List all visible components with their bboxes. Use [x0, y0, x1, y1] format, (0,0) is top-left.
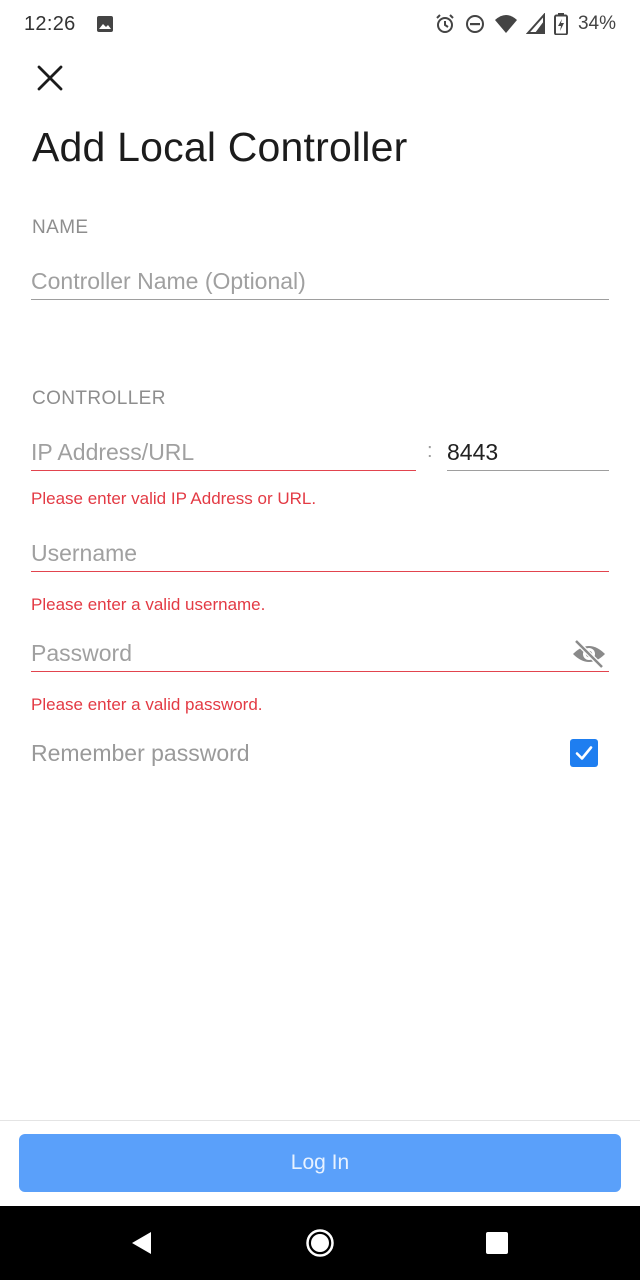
controller-section-label: CONTROLLER	[32, 388, 166, 409]
navigation-bar	[0, 1206, 640, 1280]
ip-address-field-container	[31, 439, 416, 471]
username-error: Please enter a valid username.	[31, 595, 266, 614]
remember-password-checkbox[interactable]	[570, 739, 598, 767]
username-input[interactable]	[31, 540, 609, 571]
checkmark-icon	[575, 746, 593, 760]
status-time: 12:26	[24, 12, 76, 35]
close-button[interactable]	[30, 58, 70, 98]
alarm-icon	[436, 14, 454, 33]
close-icon	[37, 65, 63, 91]
recents-icon	[486, 1232, 508, 1254]
controller-name-field-container	[31, 268, 609, 300]
login-button[interactable]: Log In	[19, 1134, 621, 1192]
remember-password-label: Remember password	[31, 740, 250, 766]
ip-address-input[interactable]	[31, 439, 416, 470]
password-error: Please enter a valid password.	[31, 695, 263, 714]
image-icon	[96, 16, 113, 32]
port-field-container	[447, 439, 609, 471]
name-section-label: NAME	[32, 217, 89, 238]
battery-percent: 34%	[577, 13, 616, 34]
dnd-icon	[465, 15, 484, 33]
back-icon	[132, 1232, 151, 1254]
battery-icon	[553, 13, 568, 35]
ip-address-error: Please enter valid IP Address or URL.	[31, 489, 317, 508]
status-icons: 34%	[434, 13, 616, 35]
footer-divider	[0, 1120, 640, 1121]
eye-off-icon	[573, 639, 605, 669]
page-title: Add Local Controller	[32, 124, 408, 170]
controller-name-input[interactable]	[31, 268, 609, 299]
nav-home-button[interactable]	[280, 1206, 360, 1280]
password-input[interactable]	[31, 640, 609, 671]
home-icon	[306, 1229, 334, 1257]
wifi-icon	[494, 15, 517, 33]
port-input[interactable]	[447, 439, 609, 470]
nav-recents-button[interactable]	[457, 1206, 537, 1280]
password-field-container	[31, 639, 609, 672]
port-separator: :	[427, 440, 433, 462]
password-visibility-toggle[interactable]	[569, 636, 609, 672]
signal-icon	[525, 13, 545, 34]
username-field-container	[31, 540, 609, 572]
nav-back-button[interactable]	[101, 1206, 181, 1280]
status-bar: 12:26 34%	[0, 0, 640, 48]
